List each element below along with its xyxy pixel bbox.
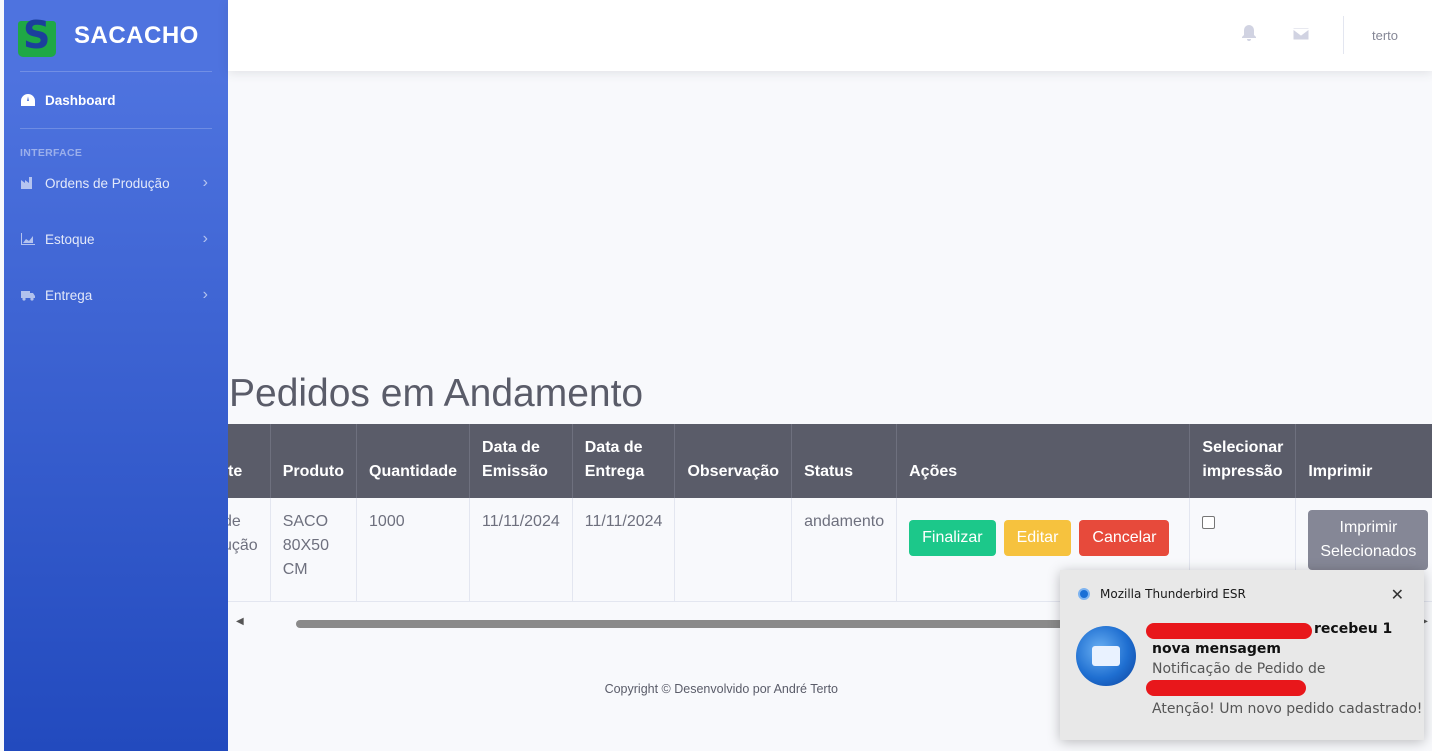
- column-header: Imprimir: [1295, 424, 1432, 498]
- notification-toast[interactable]: Mozilla Thunderbird ESR ✕ recebeu 1 nova…: [1060, 570, 1424, 740]
- table-header-row: te Produto Quantidade Data de Emissão Da…: [228, 424, 1432, 498]
- column-header: Status: [791, 424, 898, 498]
- sidebar-heading: INTERFACE: [20, 147, 83, 159]
- column-header: te: [228, 424, 271, 498]
- redaction-mark: [1146, 623, 1312, 639]
- user-name[interactable]: terto: [1372, 28, 1398, 43]
- column-header: Data de Emissão: [469, 424, 573, 498]
- cell-entrega: 11/11/2024: [572, 498, 676, 602]
- factory-icon: [21, 177, 32, 189]
- notification-line3: Notificação de Pedido de: [1152, 661, 1326, 677]
- column-header: Quantidade: [356, 424, 471, 498]
- bell-icon[interactable]: [1241, 24, 1257, 42]
- sidebar-item-label: Estoque: [45, 231, 95, 247]
- cell-quantidade: 1000: [356, 498, 471, 602]
- footer-copyright: Copyright © Desenvolvido por André Terto: [604, 682, 838, 696]
- sidebar: S SACACHO Dashboard INTERFACE Ordens de …: [4, 0, 228, 751]
- sidebar-item-ordens[interactable]: Ordens de Produção ›: [4, 163, 228, 203]
- sidebar-item-label: Dashboard: [45, 92, 116, 108]
- thunderbird-icon: [1078, 588, 1090, 600]
- notification-line4: Atenção! Um novo pedido cadastrado!: [1152, 701, 1423, 717]
- chevron-right-icon: ›: [202, 286, 208, 303]
- cell-observacao: [674, 498, 793, 602]
- sidebar-item-label: Entrega: [45, 287, 93, 303]
- column-header: Selecionar impressão: [1189, 424, 1297, 498]
- thunderbird-logo-icon: [1076, 626, 1136, 686]
- print-selected-button[interactable]: Imprimir Selecionados: [1308, 510, 1429, 570]
- close-icon[interactable]: ✕: [1391, 585, 1404, 604]
- scrollbar-thumb[interactable]: [296, 620, 1126, 628]
- finalizar-button[interactable]: Finalizar: [909, 520, 996, 556]
- column-header: Ações: [896, 424, 1191, 498]
- notification-line1: recebeu 1: [1314, 621, 1393, 637]
- editar-button[interactable]: Editar: [1003, 520, 1072, 556]
- brand-name: SACACHO: [74, 21, 199, 49]
- chart-area-icon: [21, 233, 35, 245]
- sidebar-item-entrega[interactable]: Entrega ›: [4, 275, 228, 315]
- brand[interactable]: S SACACHO: [4, 0, 228, 71]
- sidebar-item-label: Ordens de Produção: [45, 175, 170, 191]
- select-print-checkbox[interactable]: [1202, 516, 1216, 529]
- redaction-mark: [1146, 680, 1306, 696]
- sidebar-item-estoque[interactable]: Estoque ›: [4, 219, 228, 259]
- notification-app: Mozilla Thunderbird ESR: [1078, 587, 1246, 601]
- brand-logo: S: [16, 13, 58, 57]
- cell-emissao: 11/11/2024: [469, 498, 573, 602]
- scroll-left-icon[interactable]: ◀: [236, 616, 244, 627]
- topbar: terto: [228, 0, 1432, 71]
- cancelar-button[interactable]: Cancelar: [1079, 520, 1170, 556]
- column-header: Observação: [674, 424, 793, 498]
- topbar-divider: [1343, 16, 1344, 54]
- chevron-right-icon: ›: [202, 230, 208, 247]
- truck-icon: [21, 291, 35, 301]
- column-header: Produto: [270, 424, 358, 498]
- notification-line2: nova mensagem: [1152, 641, 1281, 657]
- cell-status: andamento: [791, 498, 898, 602]
- notification-app-name: Mozilla Thunderbird ESR: [1100, 587, 1246, 601]
- chevron-right-icon: ›: [202, 174, 208, 191]
- cell-produto: SACO 80X50 CM: [270, 498, 358, 602]
- page-title: Pedidos em Andamento: [229, 372, 644, 415]
- tachometer-icon: [21, 94, 35, 106]
- column-header: Data de Entrega: [572, 424, 676, 498]
- envelope-icon[interactable]: [1292, 27, 1310, 41]
- sidebar-item-dashboard[interactable]: Dashboard: [4, 72, 228, 128]
- cell-truncated: de ução: [228, 498, 271, 602]
